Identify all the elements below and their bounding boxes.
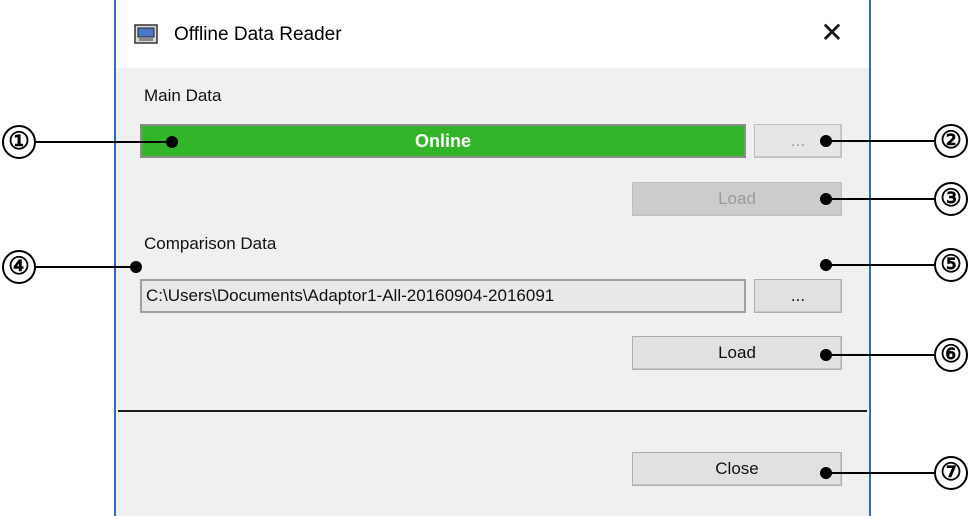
comparison-data-browse-button[interactable]: ... bbox=[754, 279, 842, 313]
callout-7: ⑦ bbox=[934, 456, 968, 490]
offline-data-reader-dialog: Offline Data Reader ✕ Main Data Online .… bbox=[114, 0, 871, 516]
title-bar: Offline Data Reader ✕ bbox=[116, 0, 869, 68]
callout-1-dot bbox=[166, 136, 178, 148]
separator bbox=[118, 410, 867, 412]
callout-6-dot bbox=[820, 349, 832, 361]
callout-7-dot bbox=[820, 467, 832, 479]
comparison-data-label: Comparison Data bbox=[144, 234, 277, 253]
app-icon bbox=[134, 24, 158, 44]
close-button[interactable]: Close bbox=[632, 452, 842, 486]
comparison-data-path-field[interactable]: C:\Users\Documents\Adaptor1-All-20160904… bbox=[140, 279, 746, 313]
callout-4-line bbox=[36, 266, 140, 268]
callout-3-dot bbox=[820, 193, 832, 205]
main-data-label: Main Data bbox=[144, 86, 222, 105]
main-data-load-button[interactable]: Load bbox=[632, 182, 842, 216]
callout-5-line bbox=[830, 264, 934, 266]
callout-5: ⑤ bbox=[934, 248, 968, 282]
callout-7-line bbox=[830, 472, 934, 474]
callout-6: ⑥ bbox=[934, 338, 968, 372]
callout-1-line bbox=[36, 141, 174, 143]
callout-3: ③ bbox=[934, 182, 968, 216]
callout-5-dot bbox=[820, 259, 832, 271]
main-data-status-bar: Online bbox=[140, 124, 746, 158]
callout-6-line bbox=[830, 354, 934, 356]
callout-1: ① bbox=[2, 125, 36, 159]
callout-3-line bbox=[830, 198, 934, 200]
comparison-data-load-button[interactable]: Load bbox=[632, 336, 842, 370]
callout-4: ④ bbox=[2, 250, 36, 284]
close-window-icon[interactable]: ✕ bbox=[817, 16, 847, 50]
callout-4-dot bbox=[130, 261, 142, 273]
callout-2: ② bbox=[934, 124, 968, 158]
window-title: Offline Data Reader bbox=[174, 24, 342, 45]
callout-2-dot bbox=[820, 135, 832, 147]
callout-2-line bbox=[830, 140, 934, 142]
